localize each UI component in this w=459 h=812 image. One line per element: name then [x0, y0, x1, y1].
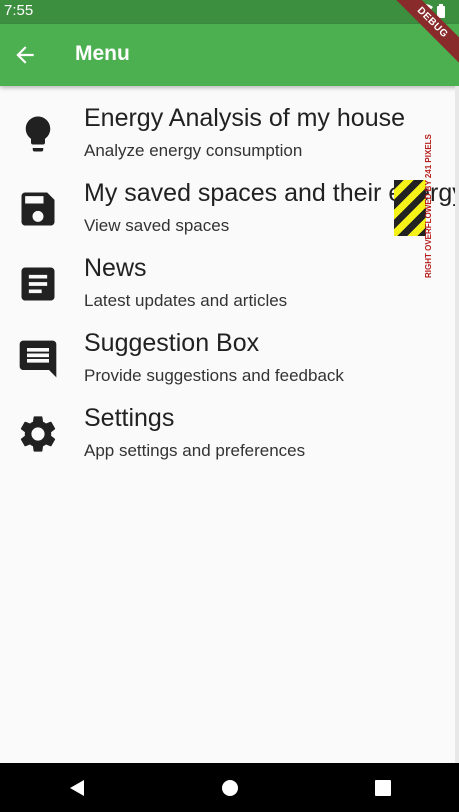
menu-item-subtitle: App settings and preferences [84, 441, 306, 460]
status-time: 7:55 [4, 2, 34, 19]
overflow-warning: RIGHT OVERFLOWED BY 241 PIXELS [424, 134, 433, 278]
system-nav-bar [0, 763, 459, 812]
nav-recents-button[interactable] [366, 771, 400, 805]
menu-item-title: Energy Analysis of my house [84, 104, 405, 132]
square-recents-icon [374, 779, 391, 796]
menu-item-title: News [84, 254, 147, 282]
menu-item-subtitle: Latest updates and articles [84, 291, 288, 310]
triangle-back-icon [69, 779, 84, 796]
menu-item-suggestion-box[interactable]: Suggestion Box Provide suggestions and f… [0, 323, 459, 398]
page-title: Menu [75, 42, 130, 65]
menu-item-title: Suggestion Box [84, 329, 260, 357]
overflow-stripes [394, 180, 426, 236]
menu-item-subtitle: Analyze energy consumption [84, 141, 303, 160]
back-arrow-icon[interactable] [12, 42, 38, 68]
nav-home-button[interactable] [213, 771, 247, 805]
lightbulb-icon [16, 110, 60, 158]
menu-item-settings[interactable]: Settings App settings and preferences [0, 398, 459, 473]
gear-icon [16, 410, 60, 458]
menu-item-news[interactable]: News Latest updates and articles [0, 248, 459, 323]
save-icon [16, 185, 60, 233]
status-bar: 7:55 [0, 0, 459, 24]
message-icon [16, 335, 60, 383]
menu-item-title: Settings [84, 404, 175, 432]
app-bar: Menu [0, 24, 459, 86]
screen: 7:55 Menu DEBUG Energy Analysis of my ho… [0, 0, 459, 812]
menu-item-saved-spaces[interactable]: My saved spaces and their energy View sa… [0, 173, 459, 248]
menu-item-subtitle: Provide suggestions and feedback [84, 366, 344, 385]
menu-item-subtitle: View saved spaces [84, 216, 230, 235]
menu-item-energy-analysis[interactable]: Energy Analysis of my house Analyze ener… [0, 98, 459, 173]
circle-home-icon [221, 779, 238, 796]
nav-back-button[interactable] [60, 771, 94, 805]
article-icon [16, 260, 60, 308]
menu-list: Energy Analysis of my house Analyze ener… [0, 98, 459, 473]
scroll-edge [455, 86, 459, 763]
